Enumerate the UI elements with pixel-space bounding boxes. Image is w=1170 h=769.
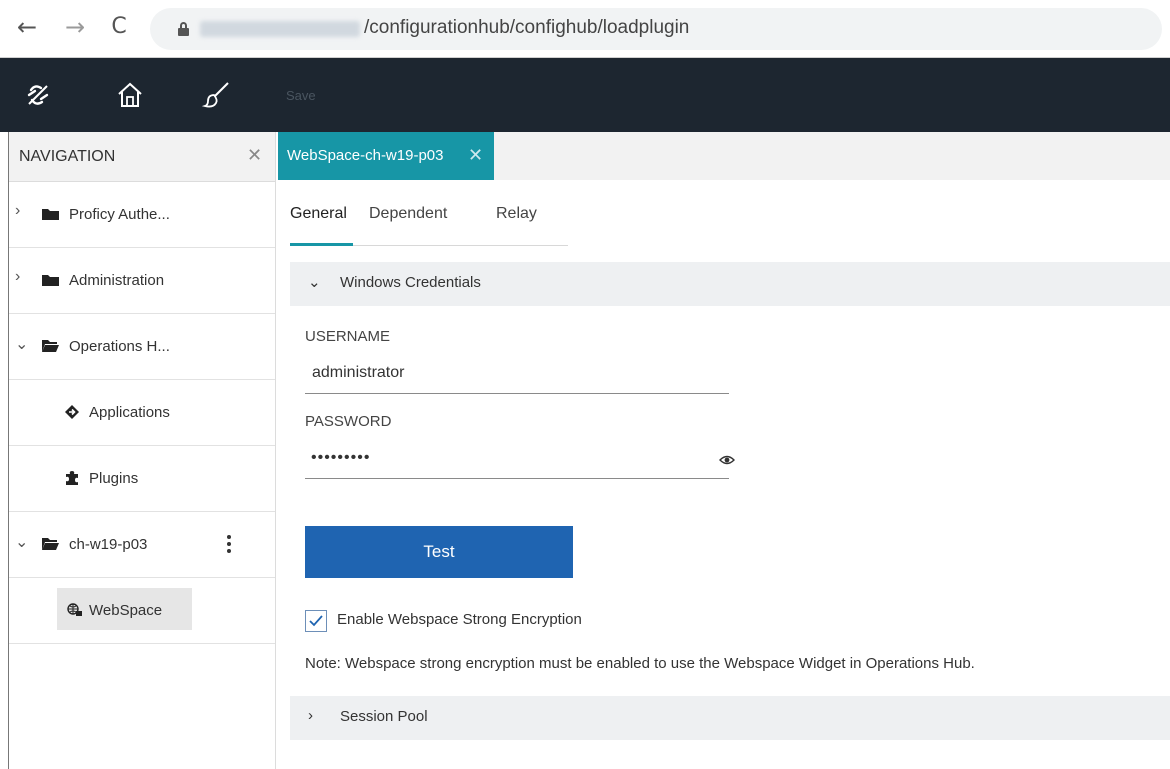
section-title: Windows Credentials [340,274,481,291]
section-title: Session Pool [340,708,428,725]
username-value: administrator [312,364,405,381]
document-tab-strip: WebSpace-ch-w19-p03 ✕ [278,132,1170,180]
nav-item-label: Applications [89,404,170,421]
document-tab-label: WebSpace-ch-w19-p03 [287,147,444,164]
checkmark-icon [309,615,323,627]
chevron-down-icon[interactable]: ⌄ [15,334,28,354]
nav-item-operations-hub[interactable]: ⌄ Operations H... [9,314,275,380]
nav-item-label: Plugins [89,470,139,487]
encryption-note: Note: Webspace strong encryption must be… [305,655,975,672]
chevron-down-icon[interactable]: ⌄ [15,532,28,552]
password-masked-value: ••••••••• [311,449,371,466]
webspace-icon [67,603,82,616]
strong-encryption-checkbox[interactable] [305,610,327,632]
nav-item-label: Proficy Authe... [69,206,170,223]
subtab-bar: General Dependent Relay [290,196,568,246]
nav-item-ch-w19-p03[interactable]: ⌄ ch-w19-p03 [9,512,275,578]
back-arrow-icon[interactable]: ← [12,12,42,42]
chevron-right-icon[interactable]: › [15,268,20,286]
password-label: PASSWORD [305,413,392,430]
chevron-right-icon: › [308,707,313,724]
nav-item-administration[interactable]: › Administration [9,248,275,314]
forward-arrow-icon[interactable]: → [60,12,90,42]
nav-item-label: WebSpace [89,602,163,619]
chevron-down-icon: ⌄ [308,274,321,291]
close-navigation-icon[interactable]: ✕ [247,145,262,166]
nav-item-applications[interactable]: Applications [9,380,275,446]
url-path-text: /configurationhub/confighub/loadplugin [364,17,690,38]
lock-icon [178,22,189,36]
puzzle-icon [66,471,78,485]
url-field[interactable]: /configurationhub/confighub/loadplugin [150,8,1162,50]
navigation-header: NAVIGATION ✕ [9,132,275,182]
reload-icon[interactable]: C [104,12,134,42]
app-toolbar: Save [0,58,1170,132]
navigation-title: NAVIGATION [19,148,116,165]
strong-encryption-label: Enable Webspace Strong Encryption [337,611,582,628]
password-field[interactable]: ••••••••• [305,441,735,479]
nav-item-label: Operations H... [69,338,170,355]
section-windows-credentials[interactable]: ⌄ Windows Credentials [290,262,1170,306]
username-field[interactable]: administrator [305,356,729,394]
nav-item-label: ch-w19-p03 [69,536,148,553]
username-label: USERNAME [305,328,391,345]
save-button[interactable]: Save [286,88,316,103]
eye-icon[interactable] [719,453,735,467]
test-button[interactable]: Test [305,526,573,578]
browser-address-bar: ← → C /configurationhub/confighub/loadpl… [0,0,1170,58]
tab-general[interactable]: General [290,205,347,223]
nav-item-label: Administration [69,272,165,289]
folder-open-icon [42,538,59,550]
tab-webspace-ch-w19-p03[interactable]: WebSpace-ch-w19-p03 ✕ [278,132,494,180]
nav-item-webspace[interactable]: WebSpace [9,578,275,644]
home-icon[interactable] [114,79,146,111]
tab-dependent[interactable]: Dependent [369,205,447,223]
url-host-redacted [200,21,360,37]
brush-icon[interactable] [201,79,233,111]
chevron-right-icon[interactable]: › [15,202,20,220]
active-tab-indicator [290,243,353,246]
nav-item-proficy-authentication[interactable]: › Proficy Authe... [9,182,275,248]
section-session-pool[interactable]: › Session Pool [290,696,1170,740]
folder-icon [42,209,59,220]
more-options-icon[interactable] [217,532,241,558]
tab-relay[interactable]: Relay [496,205,537,223]
navigation-panel: NAVIGATION ✕ › Proficy Authe... › Admini… [8,132,276,769]
folder-icon [42,275,59,286]
nav-item-plugins[interactable]: Plugins [9,446,275,512]
folder-open-icon [42,340,59,352]
applications-icon [65,405,79,419]
main-content: WebSpace-ch-w19-p03 ✕ General Dependent … [278,132,1170,769]
close-tab-icon[interactable]: ✕ [468,145,483,166]
confighub-logo-icon[interactable] [22,79,54,111]
